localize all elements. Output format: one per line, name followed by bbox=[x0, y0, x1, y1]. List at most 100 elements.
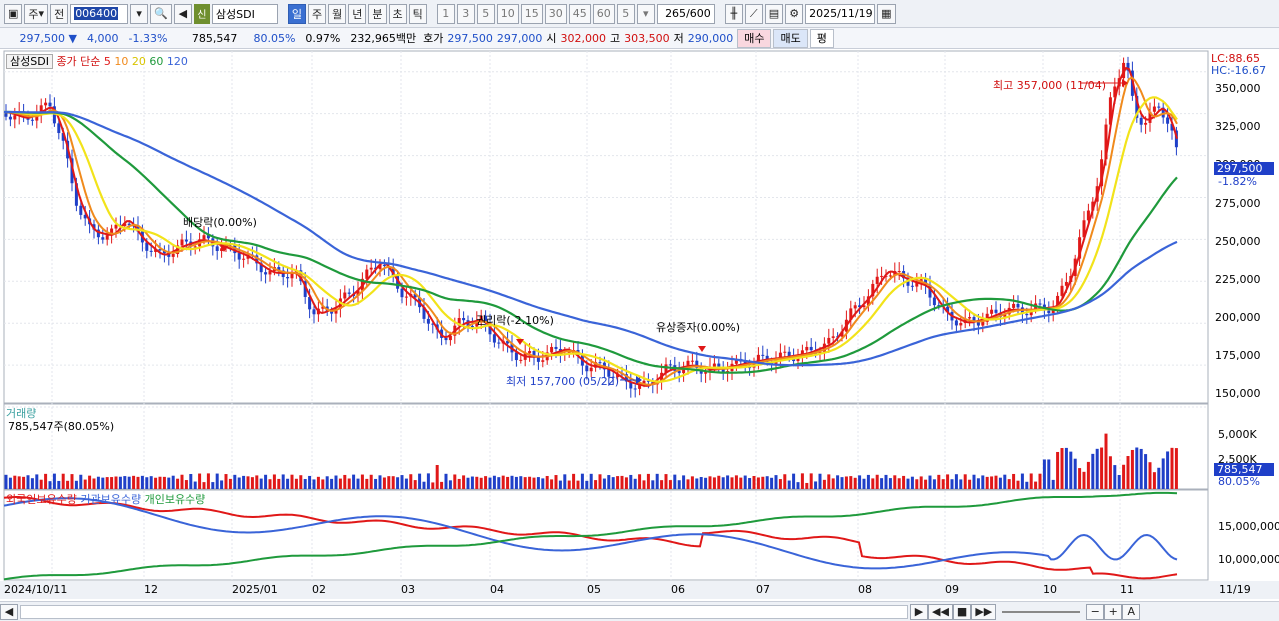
chart-type-select[interactable]: 주 ▾ bbox=[24, 3, 49, 24]
volume-bar bbox=[286, 478, 290, 489]
gear-icon[interactable]: ⚙ bbox=[785, 3, 804, 24]
interval-1[interactable]: 1 bbox=[436, 3, 455, 24]
volume-bar bbox=[954, 474, 958, 489]
volume-bar bbox=[92, 478, 96, 489]
period-day[interactable]: 일 bbox=[287, 3, 307, 24]
range-input[interactable]: 265/600 bbox=[656, 3, 715, 24]
volume-bar bbox=[1126, 456, 1130, 489]
volume-bar bbox=[88, 475, 92, 489]
stock-code-input[interactable]: 006400 bbox=[70, 3, 129, 24]
volume-bar bbox=[316, 476, 320, 489]
volume-bar bbox=[1148, 462, 1152, 489]
save-icon[interactable]: ▤ bbox=[764, 3, 784, 24]
volume-bar bbox=[1038, 473, 1042, 489]
volume-bar bbox=[378, 475, 382, 489]
volume-bar bbox=[910, 476, 914, 489]
sell-button[interactable]: 매도 bbox=[773, 28, 808, 48]
volume-bar bbox=[875, 474, 879, 489]
interval-15[interactable]: 15 bbox=[520, 3, 543, 24]
search-icon[interactable]: 🔍 bbox=[150, 3, 172, 24]
volume-bar bbox=[127, 476, 131, 489]
calendar-icon[interactable]: ▦ bbox=[877, 3, 896, 24]
volume-bar bbox=[664, 474, 668, 489]
font-size-icon[interactable]: A bbox=[1122, 603, 1141, 620]
prev-button[interactable]: 전 bbox=[50, 3, 69, 24]
volume-bar bbox=[272, 474, 276, 489]
interval-count-select[interactable]: 5 bbox=[616, 3, 635, 24]
forward-icon[interactable]: ▶▶ bbox=[971, 603, 997, 620]
scroll-track[interactable] bbox=[20, 604, 908, 619]
volume-bar bbox=[114, 476, 118, 489]
candle-style-icon[interactable]: ╫ bbox=[724, 3, 743, 24]
volume-bar bbox=[532, 477, 536, 489]
date-input[interactable]: 2025/11/19 bbox=[805, 3, 876, 24]
price-chart-svg[interactable] bbox=[0, 50, 1279, 601]
chart-layout-icon[interactable]: ▣ bbox=[4, 3, 23, 24]
speaker-icon[interactable]: ◀ bbox=[173, 3, 192, 24]
volume-bar bbox=[616, 476, 620, 489]
period-tick[interactable]: 틱 bbox=[408, 3, 427, 24]
rewind-icon[interactable]: ◀◀ bbox=[928, 603, 953, 620]
x-label-6: 05 bbox=[587, 583, 601, 596]
candle-body bbox=[312, 309, 316, 315]
volume-bar bbox=[809, 473, 813, 489]
x-label-0: 2024/10/11 bbox=[4, 583, 68, 596]
ma10-label: 10 bbox=[114, 55, 129, 68]
volume-value: 785,547 bbox=[191, 31, 238, 45]
interval-dropdown-icon[interactable]: ▾ bbox=[636, 3, 655, 24]
draw-tool-icon[interactable]: ⟋ bbox=[744, 3, 763, 24]
candle-body bbox=[932, 297, 936, 306]
period-second[interactable]: 초 bbox=[388, 3, 407, 24]
interval-3[interactable]: 3 bbox=[456, 3, 475, 24]
candle-body bbox=[492, 334, 496, 343]
volume-bar bbox=[1020, 473, 1024, 489]
stop-icon[interactable]: ■ bbox=[952, 603, 972, 620]
volume-bar bbox=[1104, 433, 1108, 489]
volume-bar bbox=[145, 477, 149, 489]
volume-percent-tag: 80.05% bbox=[1218, 475, 1260, 488]
period-year[interactable]: 년 bbox=[348, 3, 367, 24]
volume-bar bbox=[765, 476, 769, 489]
hoga-label: 호가 bbox=[423, 32, 444, 45]
zoom-slider[interactable] bbox=[1002, 610, 1081, 613]
play-icon[interactable]: ▶ bbox=[910, 603, 928, 620]
candle-body bbox=[400, 288, 404, 298]
scroll-left-icon[interactable]: ◀ bbox=[0, 603, 18, 620]
period-month[interactable]: 월 bbox=[328, 3, 347, 24]
volume-bar bbox=[673, 474, 677, 489]
volume-bar bbox=[1007, 479, 1011, 489]
volume-bar bbox=[924, 479, 928, 489]
buy-button[interactable]: 매수 bbox=[737, 28, 772, 48]
volume-bar bbox=[1025, 481, 1029, 489]
interval-45[interactable]: 45 bbox=[568, 3, 591, 24]
interval-30[interactable]: 30 bbox=[544, 3, 567, 24]
volume-bar bbox=[580, 473, 584, 489]
code-dropdown-icon[interactable]: ▾ bbox=[130, 3, 149, 24]
volume-bar bbox=[1122, 464, 1126, 489]
pyeong-button[interactable]: 평 bbox=[809, 28, 834, 48]
volume-bar bbox=[919, 476, 923, 489]
zoom-out-icon[interactable]: − bbox=[1086, 603, 1105, 620]
chart-area[interactable]: 삼성SDI 종가 단순 5 10 20 60 120 LC:88.65 HC:-… bbox=[0, 50, 1279, 601]
candle-body bbox=[888, 275, 892, 277]
interval-10[interactable]: 10 bbox=[496, 3, 519, 24]
volume-bar bbox=[761, 476, 765, 489]
interval-60[interactable]: 60 bbox=[592, 3, 615, 24]
stock-name-field[interactable]: 삼성SDI bbox=[211, 3, 278, 24]
volume-bar bbox=[822, 479, 826, 489]
candle-body bbox=[286, 277, 290, 279]
volume-bar bbox=[523, 477, 527, 489]
volume-bar bbox=[787, 480, 791, 489]
trade-amount: 232,965백만 bbox=[350, 32, 417, 45]
interval-5[interactable]: 5 bbox=[476, 3, 495, 24]
zoom-in-icon[interactable]: + bbox=[1104, 603, 1123, 620]
volume-bar bbox=[242, 475, 246, 489]
volume-bar bbox=[739, 477, 743, 489]
period-minute[interactable]: 분 bbox=[368, 3, 387, 24]
volume-bar bbox=[871, 478, 875, 489]
chart-scrollbar[interactable]: ◀ ▶ ◀◀ ■ ▶▶ − + A bbox=[0, 601, 1279, 621]
volume-bar bbox=[382, 477, 386, 489]
period-week[interactable]: 주 bbox=[308, 3, 327, 24]
candle-body bbox=[382, 264, 386, 266]
volume-bar bbox=[356, 478, 360, 489]
